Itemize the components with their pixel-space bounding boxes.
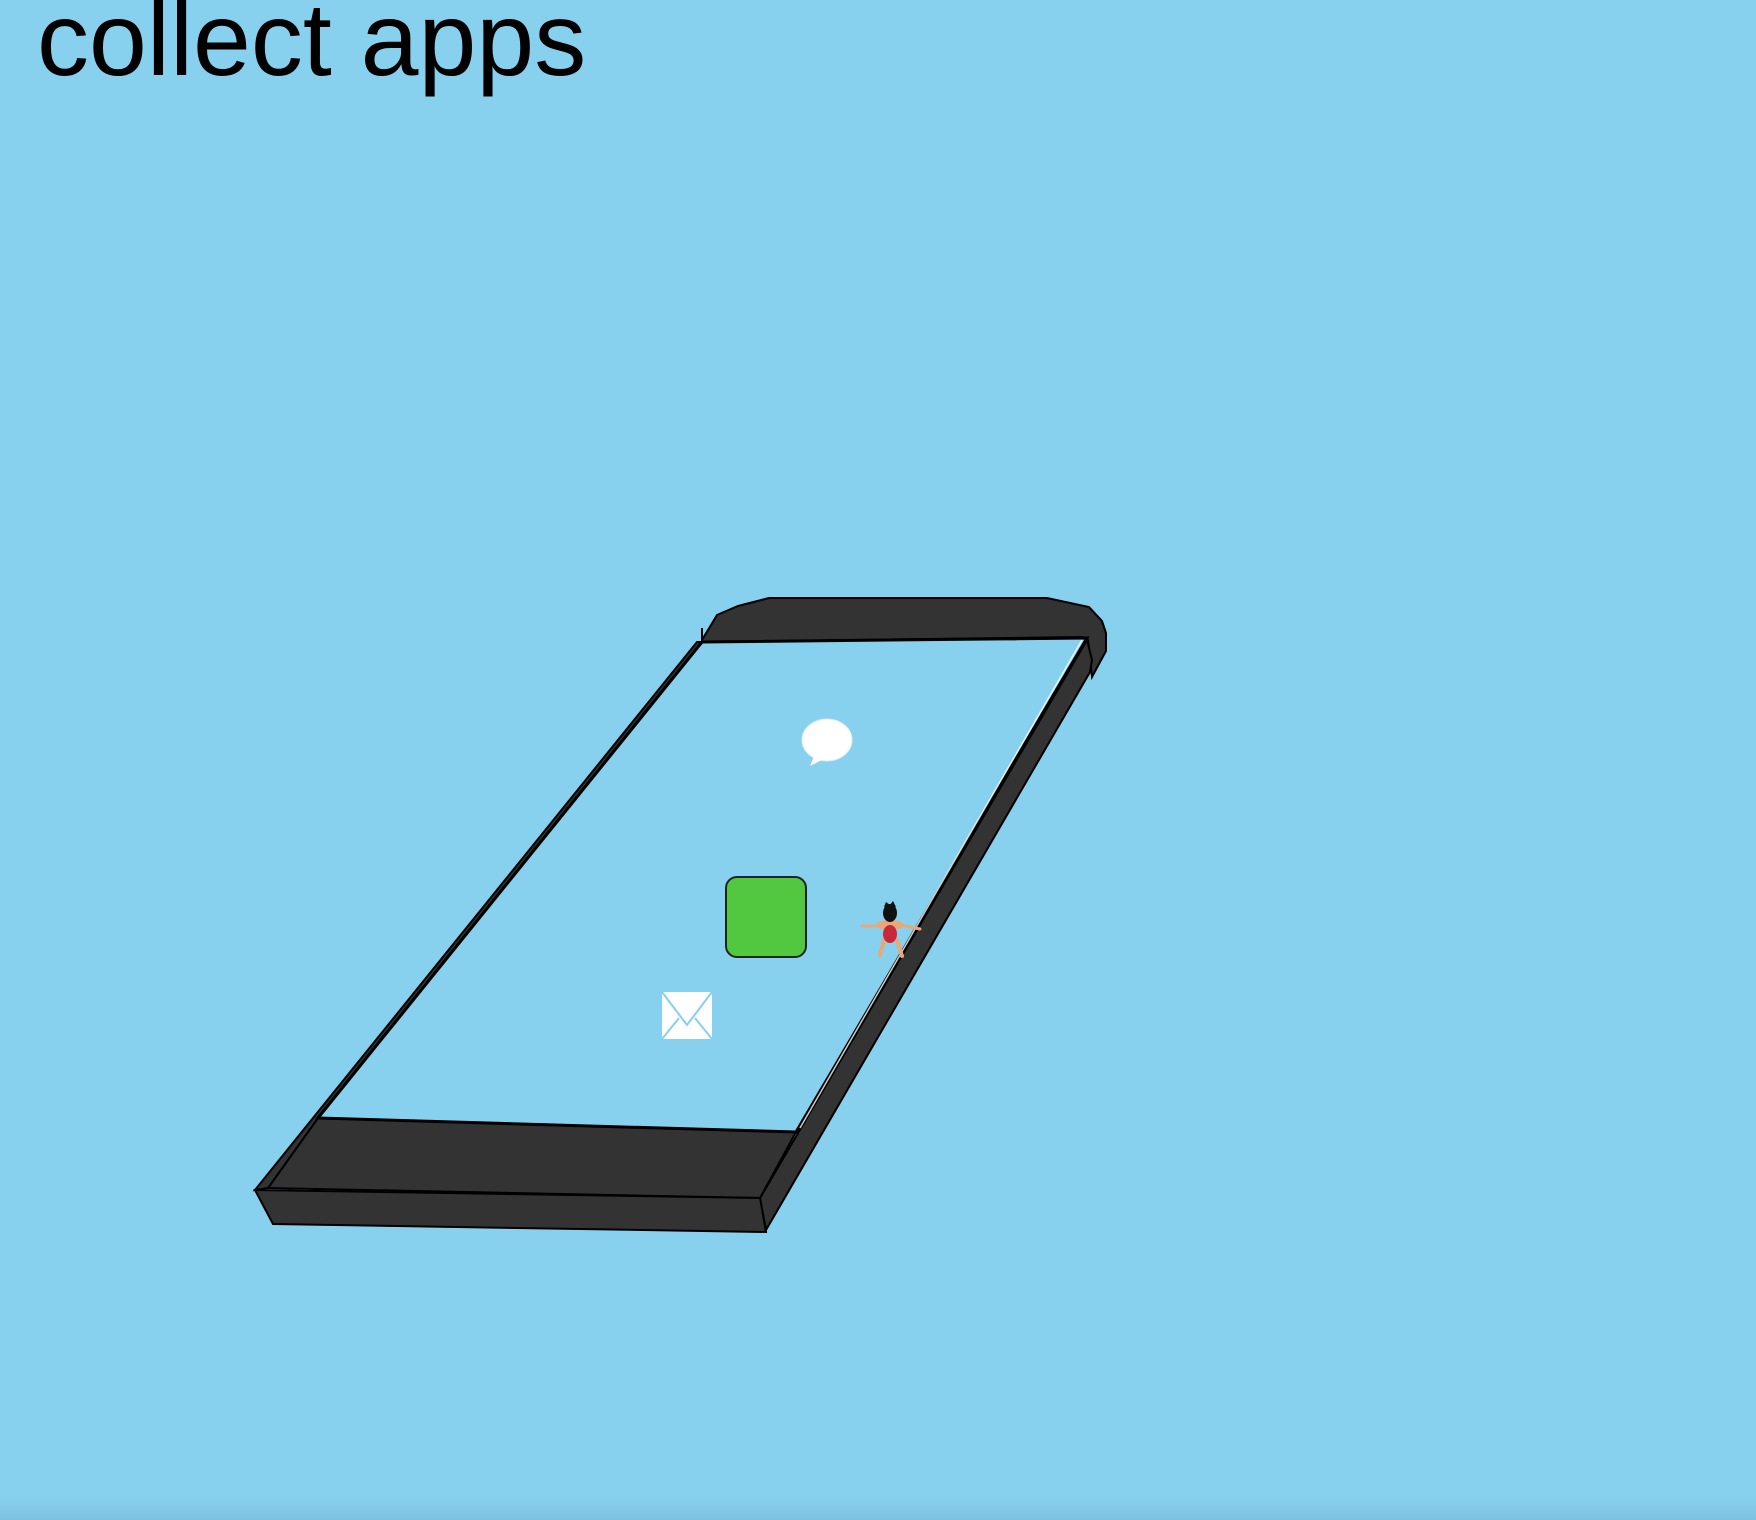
phone <box>252 597 1107 1234</box>
game-stage[interactable] <box>0 0 1756 1520</box>
envelope-icon[interactable] <box>661 991 713 1040</box>
phone-screen[interactable] <box>314 636 1090 1134</box>
player-body <box>883 925 897 943</box>
bottom-strip <box>0 1497 1756 1520</box>
game-scene[interactable]: collect apps <box>0 0 1756 1520</box>
green-app-icon[interactable] <box>725 876 807 958</box>
phone-bottom-edge <box>253 1188 768 1234</box>
